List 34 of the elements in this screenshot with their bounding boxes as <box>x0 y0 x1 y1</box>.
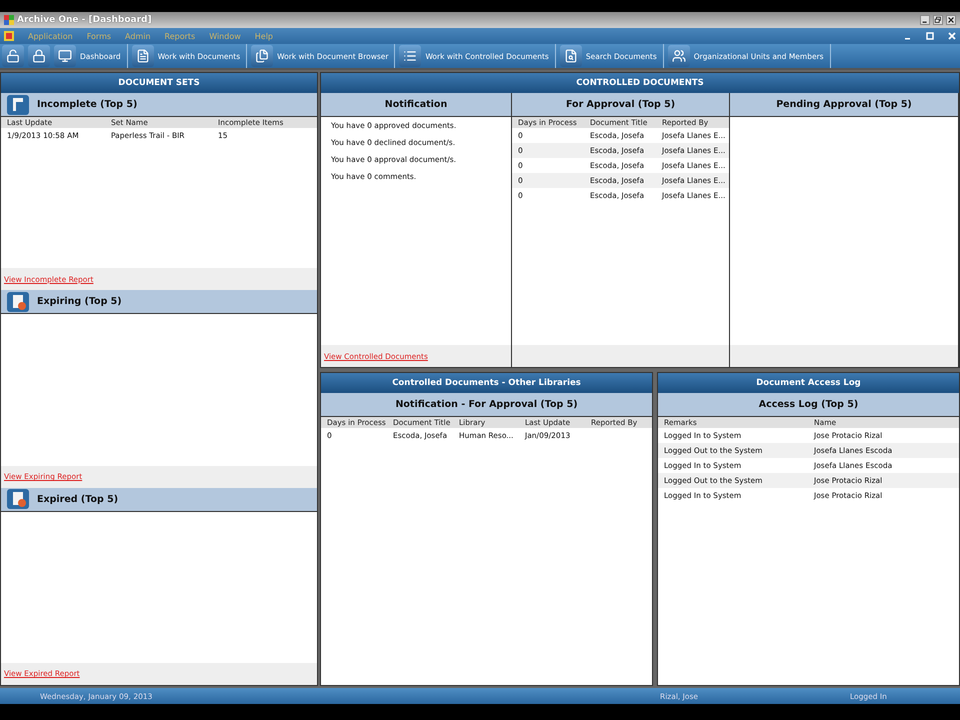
document-icon <box>7 292 29 312</box>
menu-item[interactable]: Window <box>209 32 241 40</box>
panel-header: CONTROLLED DOCUMENTS <box>321 73 959 93</box>
list-icon <box>403 49 418 63</box>
menu-item[interactable]: Admin <box>125 32 151 40</box>
section-title: Incomplete (Top 5) <box>37 99 138 110</box>
panel-header: Document Access Log <box>658 373 959 393</box>
app-icon <box>4 15 14 25</box>
section-title: Expired (Top 5) <box>37 494 118 505</box>
monitor-icon <box>58 49 72 63</box>
search-icon <box>564 49 578 63</box>
window-title: Archive One - [Dashboard] <box>17 15 152 25</box>
app-icon <box>4 31 14 41</box>
column-title: Notification <box>321 93 511 117</box>
close-icon[interactable] <box>946 15 956 25</box>
column-title: Pending Approval (Top 5) <box>730 93 958 117</box>
column-title: For Approval (Top 5) <box>512 93 729 117</box>
lock-icon <box>32 49 46 63</box>
menu-item[interactable]: Application <box>28 32 73 40</box>
document-icon <box>7 94 29 114</box>
document-icon <box>136 49 150 63</box>
section-title: Notification - For Approval (Top 5) <box>321 393 652 417</box>
menu-item[interactable]: Reports <box>164 32 196 40</box>
minimize-icon[interactable] <box>920 15 930 25</box>
section-title: Expiring (Top 5) <box>37 296 122 308</box>
documents-icon <box>255 49 270 63</box>
unlock-button[interactable] <box>2 45 24 67</box>
section-title: Access Log (Top 5) <box>658 393 959 417</box>
panel-header: DOCUMENT SETS <box>1 73 317 93</box>
unlock-icon <box>6 49 20 63</box>
restore-icon[interactable] <box>933 15 943 25</box>
lock-button[interactable] <box>28 45 50 67</box>
panel-header: Controlled Documents - Other Libraries <box>321 373 652 393</box>
people-icon <box>672 49 686 63</box>
